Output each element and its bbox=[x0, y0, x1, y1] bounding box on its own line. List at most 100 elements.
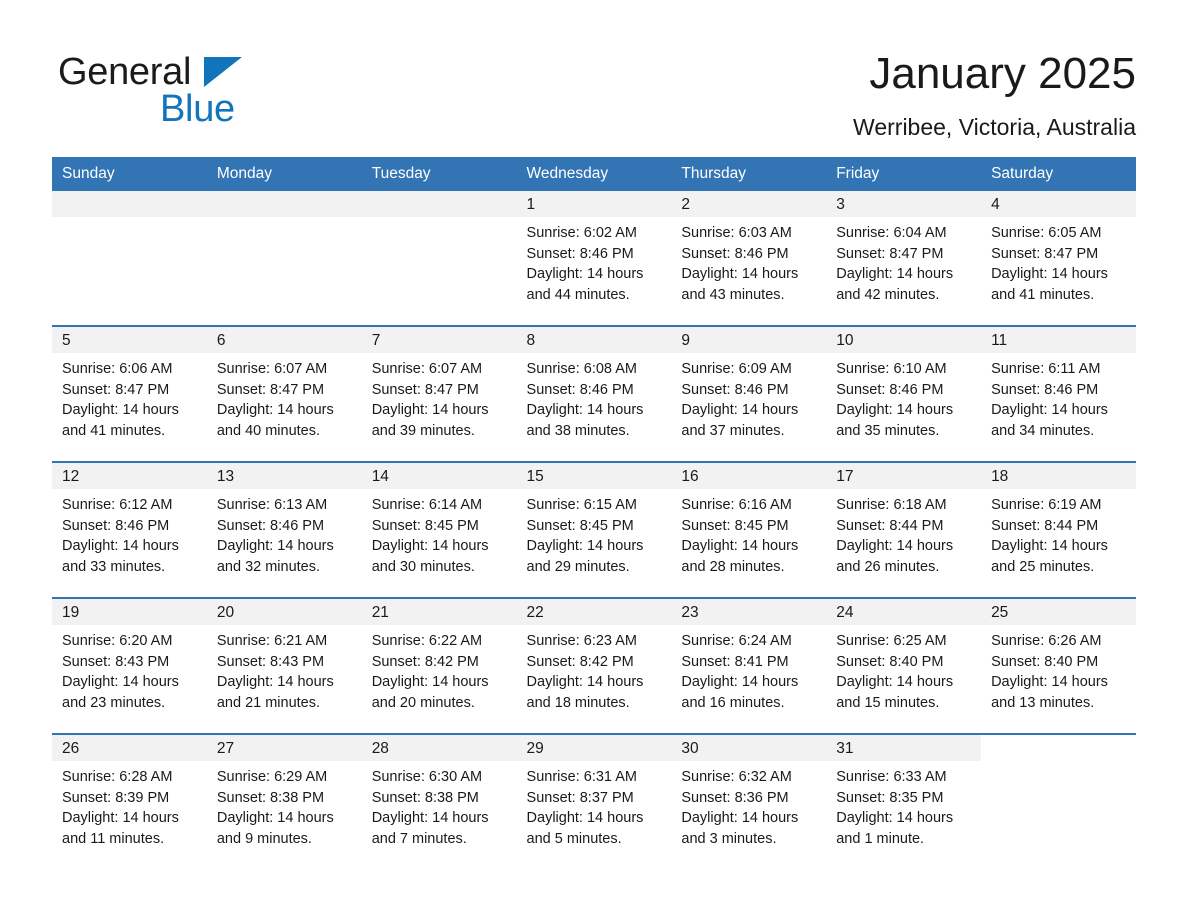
day-sun-info: Sunrise: 6:07 AM Sunset: 8:47 PM Daylight:… bbox=[362, 353, 517, 441]
day-number: 26 bbox=[52, 735, 207, 761]
daylight-text-line2: and 41 minutes. bbox=[991, 286, 1095, 303]
day-sun-info: Sunrise: 6:31 AM Sunset: 8:37 PM Daylight:… bbox=[517, 761, 672, 849]
sunset-text: Sunset: 8:45 PM bbox=[371, 517, 479, 534]
calendar-day-cell[interactable]: 22 Sunrise: 6:23 AM Sunset: 8:42 PM Dayligh… bbox=[516, 597, 672, 734]
sunrise-text: Sunrise: 6:09 AM bbox=[681, 361, 792, 377]
day-number: 9 bbox=[671, 327, 827, 353]
sunrise-text: Sunrise: 6:13 AM bbox=[216, 497, 328, 513]
sunrise-text: Sunrise: 6:10 AM bbox=[836, 361, 947, 377]
generalblue-logo: General Blue bbox=[58, 50, 378, 130]
daylight-text-line1: Daylight: 14 hours bbox=[836, 538, 954, 554]
calendar-day-cell[interactable]: 5 Sunrise: 6:06 AM Sunset: 8:47 PM Daylight… bbox=[52, 325, 207, 462]
calendar-day-cell[interactable]: 3 Sunrise: 6:04 AM Sunset: 8:47 PM Daylight… bbox=[826, 191, 982, 326]
sunrise-text: Sunrise: 6:08 AM bbox=[526, 361, 637, 377]
daylight-text-line1: Daylight: 14 hours bbox=[526, 674, 644, 690]
calendar-day-cell[interactable]: 8 Sunrise: 6:08 AM Sunset: 8:46 PM Daylight… bbox=[516, 325, 672, 462]
daylight-text-line2: and 41 minutes. bbox=[62, 422, 166, 439]
daylight-text-line2: and 20 minutes. bbox=[371, 694, 475, 711]
day-number: 23 bbox=[671, 599, 827, 625]
page-header: General Blue January 2025 Werribee, Vict… bbox=[0, 0, 1188, 150]
sunset-text: Sunset: 8:40 PM bbox=[991, 653, 1099, 670]
calendar-day-cell[interactable]: 18 Sunrise: 6:19 AM Sunset: 8:44 PM Dayligh… bbox=[981, 461, 1136, 598]
sunrise-text: Sunrise: 6:22 AM bbox=[371, 633, 483, 649]
calendar-day-cell[interactable]: 16 Sunrise: 6:16 AM Sunset: 8:45 PM Dayligh… bbox=[671, 461, 827, 598]
day-number: 18 bbox=[981, 463, 1136, 489]
calendar-day-cell[interactable]: 2 Sunrise: 6:03 AM Sunset: 8:46 PM Daylight… bbox=[671, 191, 827, 326]
daylight-text-line2: and 15 minutes. bbox=[836, 694, 940, 711]
day-sun-info: Sunrise: 6:21 AM Sunset: 8:43 PM Daylight:… bbox=[207, 625, 362, 713]
sunset-text: Sunset: 8:47 PM bbox=[216, 381, 325, 398]
sunrise-text: Sunrise: 6:26 AM bbox=[991, 633, 1102, 649]
day-number: 8 bbox=[516, 327, 672, 353]
page-title: January 2025 bbox=[869, 49, 1136, 98]
weekday-header-sunday: Sunday bbox=[52, 157, 207, 191]
day-number: 15 bbox=[516, 463, 672, 489]
calendar-day-cell[interactable]: 20 Sunrise: 6:21 AM Sunset: 8:43 PM Dayligh… bbox=[206, 597, 362, 734]
calendar-day-cell[interactable]: 11 Sunrise: 6:11 AM Sunset: 8:46 PM Dayligh… bbox=[981, 325, 1136, 462]
daylight-text-line2: and 9 minutes. bbox=[216, 830, 312, 847]
daylight-text-line1: Daylight: 14 hours bbox=[216, 538, 334, 554]
calendar-day-cell[interactable]: 26 Sunrise: 6:28 AM Sunset: 8:39 PM Dayligh… bbox=[52, 733, 207, 869]
daylight-text-line1: Daylight: 14 hours bbox=[526, 538, 644, 554]
calendar-cell-empty bbox=[206, 191, 362, 326]
calendar-day-cell[interactable]: 30 Sunrise: 6:32 AM Sunset: 8:36 PM Dayligh… bbox=[671, 733, 827, 869]
calendar-day-cell[interactable]: 29 Sunrise: 6:31 AM Sunset: 8:37 PM Dayligh… bbox=[516, 733, 672, 869]
calendar-day-cell[interactable]: 9 Sunrise: 6:09 AM Sunset: 8:46 PM Daylight… bbox=[671, 325, 827, 462]
daylight-text-line2: and 1 minute. bbox=[836, 830, 925, 847]
daylight-text-line1: Daylight: 14 hours bbox=[62, 674, 179, 690]
sunrise-text: Sunrise: 6:32 AM bbox=[681, 769, 792, 785]
daylight-text-line1: Daylight: 14 hours bbox=[991, 538, 1108, 554]
day-number bbox=[361, 191, 517, 217]
calendar-day-cell[interactable]: 21 Sunrise: 6:22 AM Sunset: 8:42 PM Dayligh… bbox=[361, 597, 517, 734]
day-sun-info: Sunrise: 6:32 AM Sunset: 8:36 PM Daylight:… bbox=[671, 761, 826, 849]
sunset-text: Sunset: 8:43 PM bbox=[216, 653, 325, 670]
daylight-text-line1: Daylight: 14 hours bbox=[216, 810, 334, 826]
calendar-day-cell[interactable]: 19 Sunrise: 6:20 AM Sunset: 8:43 PM Dayligh… bbox=[52, 597, 207, 734]
sunset-text: Sunset: 8:44 PM bbox=[991, 517, 1099, 534]
calendar-day-cell[interactable]: 15 Sunrise: 6:15 AM Sunset: 8:45 PM Dayligh… bbox=[516, 461, 672, 598]
calendar-day-cell[interactable]: 23 Sunrise: 6:24 AM Sunset: 8:41 PM Dayligh… bbox=[671, 597, 827, 734]
day-number: 27 bbox=[206, 735, 362, 761]
sunset-text: Sunset: 8:47 PM bbox=[371, 381, 479, 398]
calendar-day-cell[interactable]: 27 Sunrise: 6:29 AM Sunset: 8:38 PM Dayligh… bbox=[206, 733, 362, 869]
calendar-day-cell[interactable]: 25 Sunrise: 6:26 AM Sunset: 8:40 PM Dayligh… bbox=[981, 597, 1136, 734]
day-number: 19 bbox=[52, 599, 207, 625]
day-number: 20 bbox=[206, 599, 362, 625]
daylight-text-line1: Daylight: 14 hours bbox=[991, 266, 1108, 282]
calendar-day-cell[interactable]: 13 Sunrise: 6:13 AM Sunset: 8:46 PM Dayligh… bbox=[206, 461, 362, 598]
calendar-day-cell[interactable]: 4 Sunrise: 6:05 AM Sunset: 8:47 PM Daylight… bbox=[981, 191, 1136, 326]
daylight-text-line2: and 33 minutes. bbox=[62, 558, 166, 575]
calendar-day-cell[interactable]: 28 Sunrise: 6:30 AM Sunset: 8:38 PM Dayligh… bbox=[361, 733, 517, 869]
daylight-text-line1: Daylight: 14 hours bbox=[371, 538, 489, 554]
sunset-text: Sunset: 8:42 PM bbox=[371, 653, 479, 670]
sunset-text: Sunset: 8:46 PM bbox=[836, 381, 944, 398]
sunrise-text: Sunrise: 6:02 AM bbox=[526, 225, 637, 241]
day-sun-info: Sunrise: 6:29 AM Sunset: 8:38 PM Daylight:… bbox=[207, 761, 362, 849]
daylight-text-line1: Daylight: 14 hours bbox=[371, 674, 489, 690]
sunset-text: Sunset: 8:45 PM bbox=[681, 517, 789, 534]
calendar-day-cell[interactable]: 24 Sunrise: 6:25 AM Sunset: 8:40 PM Dayligh… bbox=[826, 597, 982, 734]
day-number: 4 bbox=[981, 191, 1136, 217]
calendar-day-cell[interactable]: 6 Sunrise: 6:07 AM Sunset: 8:47 PM Daylight… bbox=[206, 325, 362, 462]
calendar-day-cell[interactable]: 31 Sunrise: 6:33 AM Sunset: 8:35 PM Dayligh… bbox=[826, 733, 982, 869]
daylight-text-line2: and 30 minutes. bbox=[371, 558, 475, 575]
day-number: 16 bbox=[671, 463, 827, 489]
day-sun-info: Sunrise: 6:09 AM Sunset: 8:46 PM Daylight:… bbox=[671, 353, 826, 441]
sunset-text: Sunset: 8:40 PM bbox=[836, 653, 944, 670]
calendar-day-cell[interactable]: 7 Sunrise: 6:07 AM Sunset: 8:47 PM Daylight… bbox=[361, 325, 517, 462]
day-number bbox=[206, 191, 362, 217]
sunrise-text: Sunrise: 6:03 AM bbox=[681, 225, 792, 241]
sunset-text: Sunset: 8:43 PM bbox=[62, 653, 170, 670]
calendar-day-cell[interactable]: 10 Sunrise: 6:10 AM Sunset: 8:46 PM Dayligh… bbox=[826, 325, 982, 462]
calendar-day-cell[interactable]: 12 Sunrise: 6:12 AM Sunset: 8:46 PM Dayligh… bbox=[52, 461, 207, 598]
day-number: 6 bbox=[206, 327, 362, 353]
daylight-text-line2: and 39 minutes. bbox=[371, 422, 475, 439]
day-number: 13 bbox=[206, 463, 362, 489]
sunset-text: Sunset: 8:45 PM bbox=[526, 517, 634, 534]
calendar-day-cell[interactable]: 14 Sunrise: 6:14 AM Sunset: 8:45 PM Dayligh… bbox=[361, 461, 517, 598]
calendar-day-cell[interactable]: 1 Sunrise: 6:02 AM Sunset: 8:46 PM Daylight… bbox=[516, 191, 672, 326]
calendar-day-cell[interactable]: 17 Sunrise: 6:18 AM Sunset: 8:44 PM Dayligh… bbox=[826, 461, 982, 598]
sunrise-text: Sunrise: 6:20 AM bbox=[62, 633, 173, 649]
calendar-table: Sunday Monday Tuesday Wednesday Thursday… bbox=[52, 157, 1136, 869]
sunset-text: Sunset: 8:47 PM bbox=[836, 245, 944, 262]
